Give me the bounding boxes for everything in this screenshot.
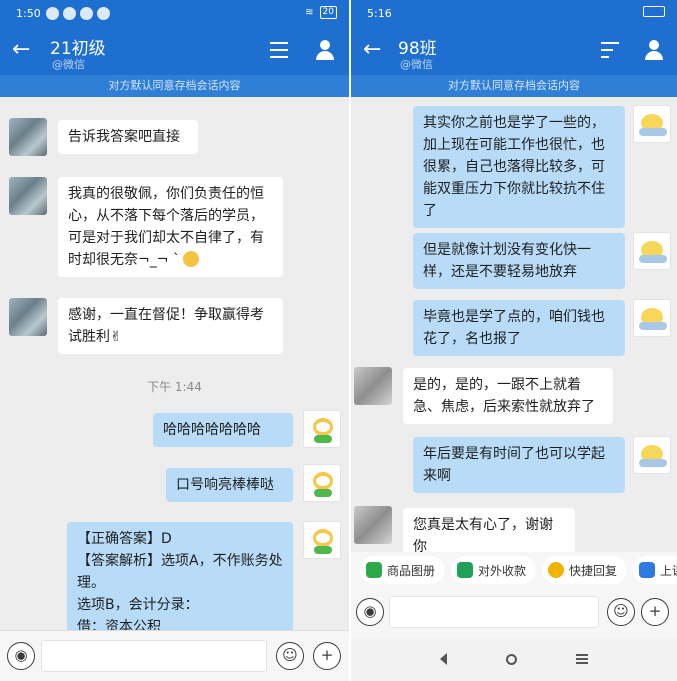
agent-avatar[interactable] <box>633 105 671 143</box>
system-nav-bar <box>351 637 677 681</box>
agent-avatar[interactable] <box>633 436 671 474</box>
status-time: 5:16 <box>367 7 392 20</box>
message-input[interactable] <box>41 640 267 672</box>
chip-label: 快捷回复 <box>569 563 618 578</box>
voice-icon[interactable]: ◉ <box>7 642 35 670</box>
archive-notice: 对方默认同意存档会话内容 <box>0 75 349 97</box>
voice-icon[interactable]: ◉ <box>356 598 384 626</box>
answer-line: 选项B，会计分录： <box>77 597 199 613</box>
message-bubble[interactable]: 我真的很敬佩，你们负责任的恒心，从不落下每个落后的学员，可是对于我们却太不自律了… <box>58 177 283 277</box>
payment-icon <box>457 562 474 578</box>
status-right <box>643 6 665 17</box>
wifi-icon: ≋ <box>305 7 314 18</box>
nav-home-icon[interactable] <box>505 653 517 665</box>
contact-avatar[interactable] <box>354 367 392 405</box>
message-bubble[interactable]: 是的，是的，一跟不上就着急、焦虑，后来索性就放弃了 <box>403 368 613 424</box>
message-bubble[interactable]: 口号响亮棒棒哒 <box>166 468 293 502</box>
notification-icons <box>46 7 110 20</box>
message-bubble[interactable]: 感谢，一直在督促！争取赢得考试胜利✌ <box>58 298 283 354</box>
filter-menu-icon[interactable] <box>601 42 619 58</box>
title-bar: ← 98班 @微信 <box>351 28 677 75</box>
live-class-button[interactable]: 上课 <box>633 556 677 584</box>
answer-line: 【答案解析】选项A，不作账务处理。 <box>77 553 283 591</box>
message-text: 我真的很敬佩，你们负责任的恒心，从不落下每个落后的学员，可是对于我们却太不自律了… <box>68 186 264 268</box>
input-bar: ◉ ☺ + <box>351 588 677 637</box>
nav-back-icon[interactable] <box>440 653 448 665</box>
battery-icon <box>643 6 665 17</box>
live-icon <box>639 562 656 578</box>
answer-bubble[interactable]: 【正确答案】D 【答案解析】选项A，不作账务处理。 选项B，会计分录： 借：资本… <box>67 522 293 632</box>
battery-icon: 20 <box>319 6 337 19</box>
sweat-emoji-icon <box>182 251 199 267</box>
message-bubble[interactable]: 年后要是有时间了也可以学起来啊 <box>413 437 625 493</box>
person-icon[interactable] <box>645 40 663 60</box>
arrow-left-icon[interactable]: ← <box>12 38 30 62</box>
payment-button[interactable]: 对外收款 <box>451 556 537 584</box>
agent-avatar[interactable] <box>303 521 341 559</box>
agent-avatar[interactable] <box>633 232 671 270</box>
chat-subtitle: @微信 <box>52 58 85 71</box>
message-bubble[interactable]: 但是就像计划没有变化快一样，还是不要轻易地放弃 <box>413 233 625 289</box>
message-timestamp: 下午 1:44 <box>147 380 202 394</box>
product-album-button[interactable]: 商品图册 <box>360 556 446 584</box>
message-bubble[interactable]: 毕竟也是学了点的，咱们钱也花了，名也报了 <box>413 300 625 356</box>
agent-avatar[interactable] <box>633 299 671 337</box>
input-bar: ◉ ☺ + <box>0 630 349 681</box>
chip-label: 商品图册 <box>387 563 436 578</box>
contact-avatar[interactable] <box>9 298 47 336</box>
message-bubble[interactable]: 其实你之前也是学了一些的，加上现在可能工作也很忙，也很累，自己也落得比较多，可能… <box>413 106 625 228</box>
message-bubble[interactable]: 哈哈哈哈哈哈哈 <box>153 413 293 447</box>
person-icon[interactable] <box>316 40 334 60</box>
emoji-icon[interactable]: ☺ <box>276 642 304 670</box>
status-time: 1:50 <box>16 7 41 20</box>
quick-actions-bar: 商品图册 对外收款 快捷回复 上课 <box>351 552 677 588</box>
contact-avatar[interactable] <box>354 506 392 544</box>
contact-avatar[interactable] <box>9 118 47 156</box>
nav-recents-icon[interactable] <box>575 654 588 664</box>
quick-reply-icon <box>548 562 565 578</box>
menu-icon[interactable] <box>270 42 288 58</box>
archive-notice: 对方默认同意存档会话内容 <box>351 75 677 97</box>
left-chat-screen: 1:50 ≋ 20 ← 21初级 @微信 对方默认同意存档会话内容 告诉我答案吧… <box>0 0 349 681</box>
agent-avatar[interactable] <box>303 410 341 448</box>
album-icon <box>366 562 382 578</box>
chip-label: 上课 <box>660 563 677 578</box>
chat-subtitle: @微信 <box>400 58 433 71</box>
status-right: ≋ 20 <box>305 6 337 19</box>
message-bubble[interactable]: 告诉我答案吧直接 <box>58 120 198 154</box>
message-input[interactable] <box>389 596 599 628</box>
contact-avatar[interactable] <box>9 177 47 215</box>
status-bar: 1:50 ≋ 20 <box>0 0 349 28</box>
right-chat-screen: 5:16 ← 98班 @微信 对方默认同意存档会话内容 其实你之前也是学了一些的… <box>351 0 677 681</box>
agent-avatar[interactable] <box>303 464 341 502</box>
title-bar: ← 21初级 @微信 <box>0 28 349 75</box>
plus-icon[interactable]: + <box>641 598 669 626</box>
emoji-icon[interactable]: ☺ <box>607 598 635 626</box>
quick-reply-button[interactable]: 快捷回复 <box>542 556 628 584</box>
answer-line: 【正确答案】D <box>77 531 172 547</box>
plus-icon[interactable]: + <box>313 642 341 670</box>
arrow-left-icon[interactable]: ← <box>363 38 381 62</box>
status-bar: 5:16 <box>351 0 677 28</box>
chip-label: 对外收款 <box>478 563 527 578</box>
